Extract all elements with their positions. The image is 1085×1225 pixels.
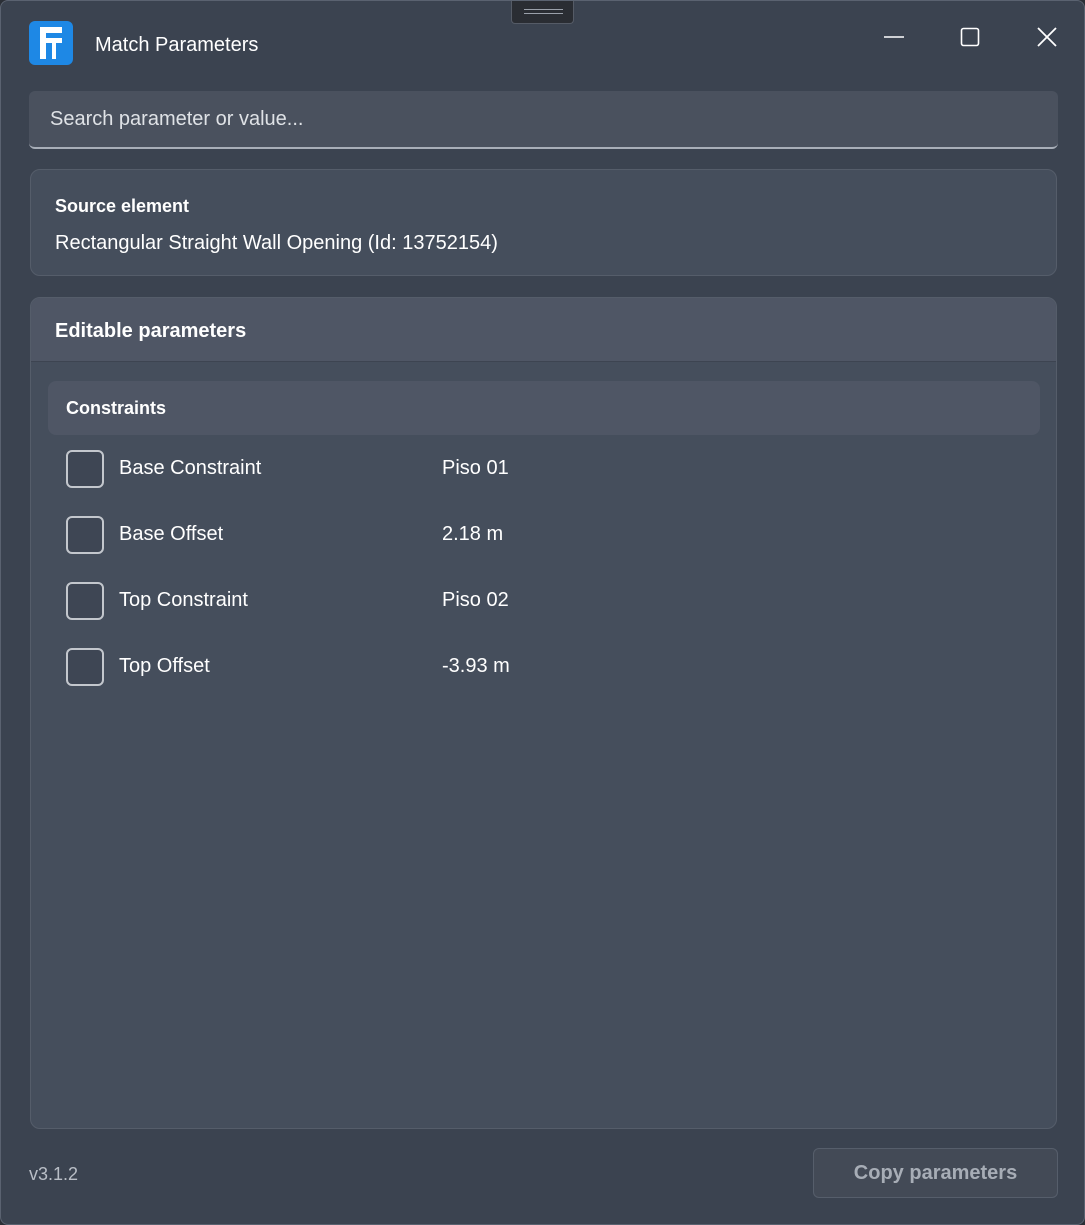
group-header-constraints[interactable]: Constraints xyxy=(48,381,1040,435)
window-title: Match Parameters xyxy=(95,34,259,56)
source-element-label: Source element xyxy=(55,196,190,216)
group-title: Constraints xyxy=(66,398,167,418)
maximize-icon xyxy=(960,27,980,47)
param-checkbox[interactable] xyxy=(66,582,104,620)
param-row-base-constraint[interactable]: Base Constraint Piso 01 xyxy=(66,449,1026,489)
param-name: Base Constraint xyxy=(119,457,262,479)
param-value: -3.93 m xyxy=(442,655,510,677)
match-parameters-window: Match Parameters Source element Rectangu… xyxy=(0,0,1085,1225)
editable-parameters-header: Editable parameters xyxy=(31,298,1056,362)
param-checkbox[interactable] xyxy=(66,648,104,686)
close-button[interactable] xyxy=(1022,15,1072,59)
editable-parameters-title: Editable parameters xyxy=(55,320,247,342)
param-value: 2.18 m xyxy=(442,523,504,545)
search-input[interactable] xyxy=(29,91,1058,147)
editable-parameters-panel: Editable parameters Constraints Base Con… xyxy=(30,297,1057,1129)
copy-parameters-button[interactable]: Copy parameters xyxy=(813,1148,1058,1198)
maximize-button[interactable] xyxy=(945,15,995,59)
source-element-value: Rectangular Straight Wall Opening (Id: 1… xyxy=(55,232,498,254)
search-box xyxy=(29,91,1058,149)
minimize-button[interactable] xyxy=(869,15,919,59)
app-logo-icon xyxy=(29,21,73,65)
param-row-base-offset[interactable]: Base Offset 2.18 m xyxy=(66,515,1026,555)
drag-handle[interactable] xyxy=(511,1,574,24)
param-value: Piso 01 xyxy=(442,457,509,479)
param-name: Top Constraint xyxy=(119,589,248,611)
param-row-top-offset[interactable]: Top Offset -3.93 m xyxy=(66,647,1026,687)
version-label: v3.1.2 xyxy=(29,1164,79,1184)
source-element-card: Source element Rectangular Straight Wall… xyxy=(30,169,1057,276)
grip-line xyxy=(524,13,563,14)
grip-line xyxy=(524,9,563,10)
param-row-top-constraint[interactable]: Top Constraint Piso 02 xyxy=(66,581,1026,621)
param-name: Base Offset xyxy=(119,523,224,545)
param-checkbox[interactable] xyxy=(66,516,104,554)
param-checkbox[interactable] xyxy=(66,450,104,488)
minimize-icon xyxy=(884,36,904,38)
param-name: Top Offset xyxy=(119,655,210,677)
close-icon xyxy=(1037,27,1057,47)
param-value: Piso 02 xyxy=(442,589,509,611)
